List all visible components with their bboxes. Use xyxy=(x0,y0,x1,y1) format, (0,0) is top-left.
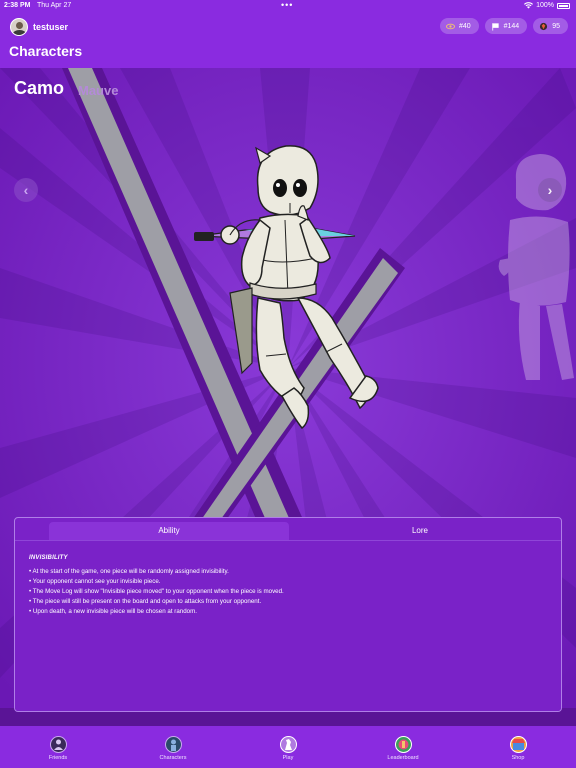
ability-line: • The Move Log will show "Invisible piec… xyxy=(29,588,284,595)
flag-pill[interactable]: #144 xyxy=(484,18,528,34)
nav-shop[interactable]: Shop xyxy=(488,736,548,761)
nav-leaderboard[interactable]: Leaderboard xyxy=(373,736,433,761)
leaderboard-icon xyxy=(394,736,412,753)
nav-characters[interactable]: Characters xyxy=(143,736,203,761)
nav-label: Characters xyxy=(159,755,187,761)
flag-icon xyxy=(491,22,499,31)
multitasking-dots-icon[interactable]: ••• xyxy=(281,0,293,10)
ability-title: INVISIBILITY xyxy=(29,555,68,561)
nav-label: Play xyxy=(282,755,294,761)
previous-character-button[interactable]: ‹ xyxy=(14,178,38,202)
ability-content: INVISIBILITY • At the start of the game,… xyxy=(15,540,561,711)
wifi-icon xyxy=(524,2,534,9)
username[interactable]: testuser xyxy=(33,22,68,32)
character-info-panel: Ability Lore INVISIBILITY • At the start… xyxy=(14,517,562,712)
battery-percent: 100% xyxy=(536,2,554,9)
ability-line: • At the start of the game, one piece wi… xyxy=(29,568,229,575)
play-icon xyxy=(279,736,297,753)
tab-lore[interactable]: Lore xyxy=(300,522,540,540)
nav-label: Leaderboard xyxy=(387,755,419,761)
info-tabs: Ability Lore xyxy=(15,518,561,540)
shop-icon xyxy=(509,736,527,753)
rank-pill[interactable]: #40 xyxy=(439,18,479,34)
coin-icon xyxy=(540,22,548,30)
page-title: Characters xyxy=(9,43,83,59)
nav-label: Friends xyxy=(48,755,68,761)
character-name: Camo xyxy=(14,78,65,98)
character-illustration xyxy=(194,145,379,430)
ability-line: • Upon death, a new invisible piece will… xyxy=(29,608,197,615)
status-right: 100% xyxy=(524,2,570,9)
ability-line: • Your opponent cannot see your invisibl… xyxy=(29,578,161,585)
battery-icon xyxy=(557,2,570,9)
flag-value: #144 xyxy=(503,22,520,30)
friends-icon xyxy=(49,736,67,753)
next-character-preview xyxy=(498,154,574,380)
stats-pills: #40 #144 95 xyxy=(439,18,568,34)
status-time: 2:38 PM xyxy=(4,2,31,9)
characters-icon xyxy=(164,736,182,753)
status-date: Thu Apr 27 xyxy=(37,2,72,9)
rank-value: #40 xyxy=(458,22,471,30)
coin-value: 95 xyxy=(552,22,560,30)
avatar[interactable] xyxy=(10,18,28,36)
eye-icon xyxy=(445,23,455,29)
status-bar: 2:38 PM Thu Apr 27 ••• 100% xyxy=(0,0,576,12)
app-header: testuser Characters #40 #144 95 xyxy=(0,12,576,68)
bottom-nav: Friends Characters Play Leaderboard Shop xyxy=(0,726,576,768)
nav-friends[interactable]: Friends xyxy=(28,736,88,761)
nav-play[interactable]: Play xyxy=(258,736,318,761)
character-variant[interactable]: Mauve xyxy=(78,83,118,98)
coin-pill[interactable]: 95 xyxy=(533,18,568,34)
ability-line: • The piece will still be present on the… xyxy=(29,598,262,605)
tab-ability[interactable]: Ability xyxy=(49,522,289,540)
nav-label: Shop xyxy=(511,755,525,761)
chevron-left-icon: ‹ xyxy=(23,182,29,198)
